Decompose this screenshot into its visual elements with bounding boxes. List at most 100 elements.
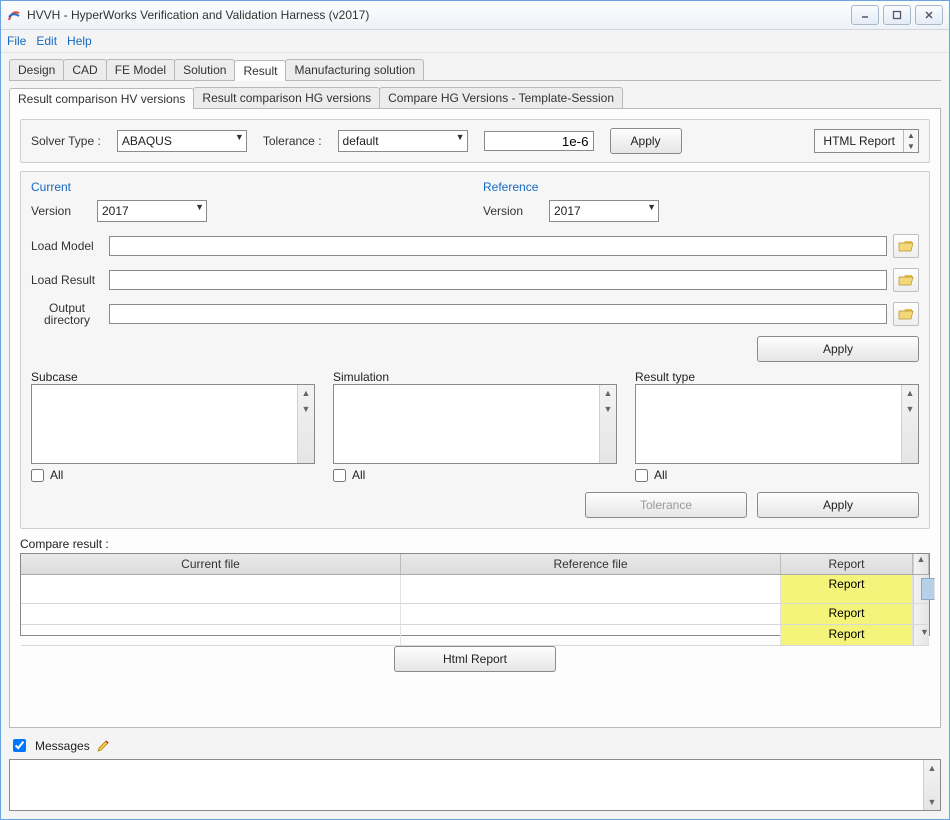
- compare-table: Current file Reference file Report ▲ Rep…: [20, 553, 930, 636]
- col-current-file[interactable]: Current file: [21, 554, 401, 574]
- subtab-hg[interactable]: Result comparison HG versions: [193, 87, 380, 108]
- simulation-all-checkbox[interactable]: [333, 469, 346, 482]
- report-cell[interactable]: Report: [781, 604, 913, 624]
- reference-legend: Reference: [483, 180, 919, 194]
- menu-help[interactable]: Help: [67, 34, 92, 48]
- table-row[interactable]: Report: [21, 604, 929, 625]
- tolerance-number-input[interactable]: [484, 131, 594, 151]
- tab-body: Solver Type : ABAQUS ▼ Tolerance : defau…: [9, 109, 941, 728]
- subcase-all-label: All: [50, 468, 63, 482]
- report-cell[interactable]: Report: [781, 575, 913, 603]
- chevron-down-icon: ▼: [456, 132, 465, 142]
- html-report-label: HTML Report: [815, 130, 903, 152]
- html-report-button[interactable]: Html Report: [394, 646, 556, 672]
- app-icon: [7, 8, 21, 22]
- table-row[interactable]: Report ▼: [21, 625, 929, 646]
- messages-section: Messages ▲▼: [9, 734, 941, 811]
- table-row[interactable]: Report: [21, 575, 929, 604]
- chevron-down-icon: ▼: [235, 132, 244, 142]
- html-report-spinner[interactable]: HTML Report ▲▼: [814, 129, 919, 153]
- resulttype-all-checkbox[interactable]: [635, 469, 648, 482]
- maximize-button[interactable]: [883, 5, 911, 25]
- subtab-template[interactable]: Compare HG Versions - Template-Session: [379, 87, 623, 108]
- col-reference-file[interactable]: Reference file: [401, 554, 781, 574]
- load-result-input[interactable]: [109, 270, 887, 290]
- tolerance-value: default: [343, 134, 379, 148]
- solver-type-combo[interactable]: ABAQUS ▼: [117, 130, 247, 152]
- client-area: Design CAD FE Model Solution Result Manu…: [1, 53, 949, 819]
- folder-open-icon: [898, 307, 914, 321]
- subtab-hv[interactable]: Result comparison HV versions: [9, 88, 194, 109]
- resulttype-block: Result type ▲▼ All: [635, 370, 919, 482]
- col-report[interactable]: Report: [781, 554, 913, 574]
- compare-title: Compare result :: [20, 537, 930, 551]
- app-window: HVVH - HyperWorks Verification and Valid…: [0, 0, 950, 820]
- report-cell[interactable]: Report: [781, 625, 913, 645]
- output-dir-input[interactable]: [109, 304, 887, 324]
- tab-fe-model[interactable]: FE Model: [106, 59, 175, 80]
- chevron-down-icon: ▼: [195, 202, 204, 212]
- tab-manufacturing[interactable]: Manufacturing solution: [285, 59, 424, 80]
- current-section: Current Version 2017 ▼: [31, 180, 467, 222]
- current-version-combo[interactable]: 2017 ▼: [97, 200, 207, 222]
- menu-edit[interactable]: Edit: [36, 34, 57, 48]
- chevron-down-icon[interactable]: ▼: [904, 141, 918, 152]
- title-bar: HVVH - HyperWorks Verification and Valid…: [1, 1, 949, 30]
- reference-version-combo[interactable]: 2017 ▼: [549, 200, 659, 222]
- minimize-button[interactable]: [851, 5, 879, 25]
- tab-solution[interactable]: Solution: [174, 59, 235, 80]
- solver-type-label: Solver Type :: [31, 134, 101, 148]
- load-result-label: Load Result: [31, 273, 103, 287]
- subcase-all-checkbox[interactable]: [31, 469, 44, 482]
- tolerance-label: Tolerance :: [263, 134, 322, 148]
- messages-label: Messages: [35, 739, 90, 753]
- scroll-down-icon[interactable]: ▼: [920, 627, 922, 637]
- simulation-label: Simulation: [333, 370, 617, 384]
- chevron-up-icon[interactable]: ▲: [904, 130, 918, 141]
- folder-open-icon: [898, 239, 914, 253]
- resulttype-list[interactable]: ▲▼: [635, 384, 919, 464]
- compare-section: Compare result : Current file Reference …: [20, 537, 930, 672]
- resulttype-label: Result type: [635, 370, 919, 384]
- tab-cad[interactable]: CAD: [63, 59, 106, 80]
- browse-result-button[interactable]: [893, 268, 919, 292]
- reference-section: Reference Version 2017 ▼: [483, 180, 919, 222]
- resulttype-all-label: All: [654, 468, 667, 482]
- simulation-block: Simulation ▲▼ All: [333, 370, 617, 482]
- close-button[interactable]: [915, 5, 943, 25]
- subcase-list[interactable]: ▲▼: [31, 384, 315, 464]
- solver-panel: Solver Type : ABAQUS ▼ Tolerance : defau…: [20, 119, 930, 163]
- menu-bar: File Edit Help: [1, 30, 949, 53]
- window-title: HVVH - HyperWorks Verification and Valid…: [27, 8, 851, 22]
- browse-model-button[interactable]: [893, 234, 919, 258]
- folder-open-icon: [898, 273, 914, 287]
- scroll-up-icon[interactable]: ▲: [914, 554, 928, 564]
- load-model-label: Load Model: [31, 239, 103, 253]
- current-legend: Current: [31, 180, 467, 194]
- tab-result[interactable]: Result: [234, 60, 286, 81]
- solver-type-value: ABAQUS: [122, 134, 172, 148]
- browse-output-button[interactable]: [893, 302, 919, 326]
- chevron-down-icon: ▼: [647, 202, 656, 212]
- menu-file[interactable]: File: [7, 34, 26, 48]
- tolerance-button[interactable]: Tolerance: [585, 492, 747, 518]
- pencil-icon[interactable]: [96, 739, 110, 753]
- tolerance-combo[interactable]: default ▼: [338, 130, 468, 152]
- output-dir-label: Outputdirectory: [31, 302, 103, 326]
- subcase-block: Subcase ▲▼ All: [31, 370, 315, 482]
- messages-checkbox[interactable]: [13, 739, 26, 752]
- reference-version-label: Version: [483, 204, 539, 218]
- apply-button-files[interactable]: Apply: [757, 336, 919, 362]
- current-version-value: 2017: [102, 204, 129, 218]
- current-version-label: Version: [31, 204, 87, 218]
- version-group: Current Version 2017 ▼ Reference Vers: [20, 171, 930, 529]
- subcase-label: Subcase: [31, 370, 315, 384]
- messages-textarea[interactable]: ▲▼: [9, 759, 941, 811]
- simulation-all-label: All: [352, 468, 365, 482]
- apply-button-lists[interactable]: Apply: [757, 492, 919, 518]
- load-model-input[interactable]: [109, 236, 887, 256]
- simulation-list[interactable]: ▲▼: [333, 384, 617, 464]
- apply-button-top[interactable]: Apply: [610, 128, 682, 154]
- tab-design[interactable]: Design: [9, 59, 64, 80]
- reference-version-value: 2017: [554, 204, 581, 218]
